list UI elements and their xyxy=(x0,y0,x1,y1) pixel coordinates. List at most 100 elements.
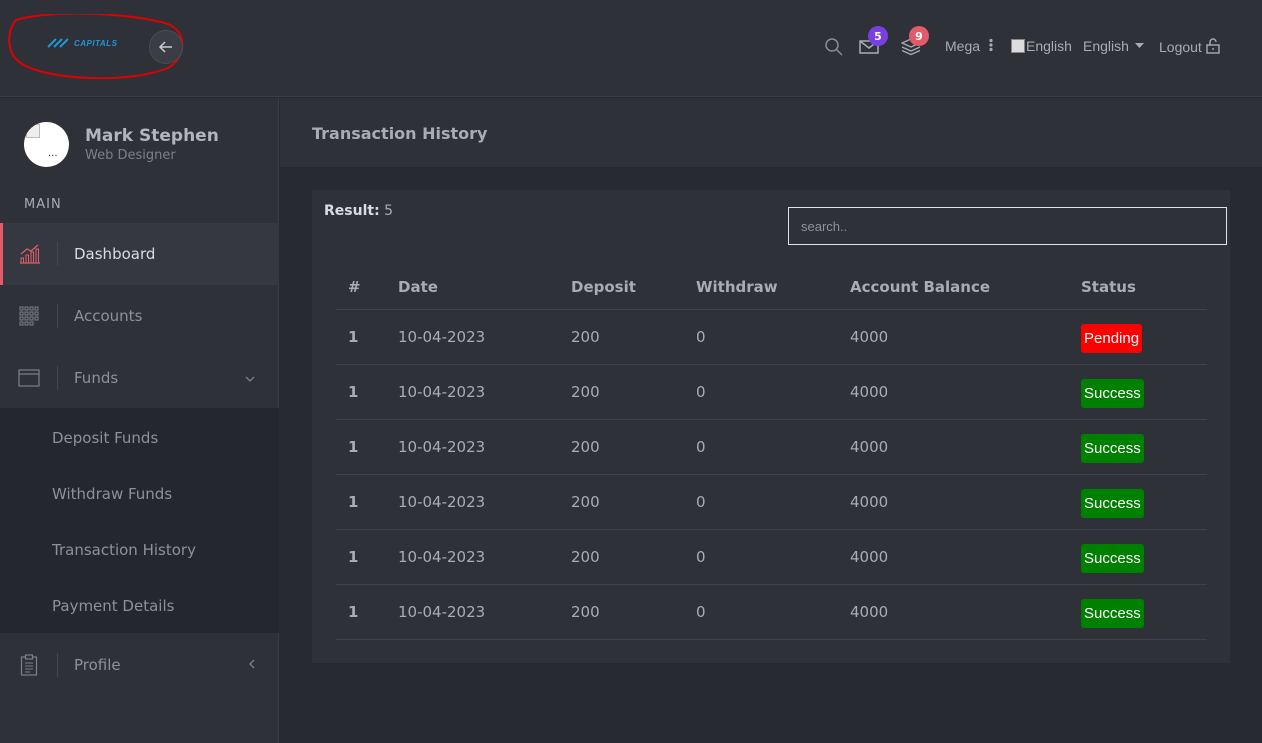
cell-account-balance: 4000 xyxy=(838,309,1069,365)
cell-deposit: 200 xyxy=(559,364,684,420)
flag-alt-text: English xyxy=(1026,38,1072,54)
cell-index: 1 xyxy=(336,364,386,420)
cell-date: 10-04-2023 xyxy=(386,419,559,475)
status-badge: Success xyxy=(1081,544,1144,573)
cell-index: 1 xyxy=(336,529,386,585)
chevron-down-icon xyxy=(245,370,255,386)
sidebar-toggle-button[interactable] xyxy=(149,30,183,64)
submenu-item-transaction-history[interactable]: Transaction History xyxy=(52,541,196,559)
cell-status: Pending xyxy=(1069,309,1207,365)
page-title: Transaction History xyxy=(312,124,488,143)
mail-count-badge: 5 xyxy=(868,26,888,46)
table-row: 1 10-04-2023 200 0 4000 Pending xyxy=(336,309,1207,365)
column-header-index: # xyxy=(336,265,386,310)
cell-status: Success xyxy=(1069,419,1207,475)
cell-deposit: 200 xyxy=(559,584,684,640)
sidebar: ... Mark Stephen Web Designer MAIN Dashb… xyxy=(0,98,279,743)
sidebar-item-label: Accounts xyxy=(74,307,143,325)
cell-deposit: 200 xyxy=(559,419,684,475)
cell-account-balance: 4000 xyxy=(838,419,1069,475)
user-role: Web Designer xyxy=(85,148,176,163)
avatar: ... xyxy=(24,122,69,167)
broken-image-icon xyxy=(26,124,40,138)
cell-deposit: 200 xyxy=(559,474,684,530)
cell-withdraw: 0 xyxy=(684,419,838,475)
table-row: 1 10-04-2023 200 0 4000 Success xyxy=(336,474,1207,530)
status-badge: Pending xyxy=(1081,324,1143,353)
cell-withdraw: 0 xyxy=(684,364,838,420)
status-badge: Success xyxy=(1081,599,1144,628)
avatar-placeholder-dots: ... xyxy=(48,148,58,159)
column-header-account-balance: Account Balance xyxy=(838,265,1069,310)
cell-withdraw: 0 xyxy=(684,584,838,640)
table-row: 1 10-04-2023 200 0 4000 Success xyxy=(336,529,1207,585)
table-row: 1 10-04-2023 200 0 4000 Success xyxy=(336,584,1207,640)
logout-label: Logout xyxy=(1159,39,1202,55)
sidebar-item-dashboard[interactable]: Dashboard xyxy=(0,223,279,285)
sidebar-item-label: Dashboard xyxy=(74,245,156,263)
cell-account-balance: 4000 xyxy=(838,474,1069,530)
table-row: 1 10-04-2023 200 0 4000 Success xyxy=(336,419,1207,475)
funds-submenu: Deposit Funds Withdraw Funds Transaction… xyxy=(0,408,279,633)
cell-account-balance: 4000 xyxy=(838,584,1069,640)
submenu-item-deposit-funds[interactable]: Deposit Funds xyxy=(52,429,158,447)
cell-index: 1 xyxy=(336,309,386,365)
column-header-date: Date xyxy=(386,265,559,310)
cell-index: 1 xyxy=(336,584,386,640)
cell-account-balance: 4000 xyxy=(838,364,1069,420)
top-navbar: CAPITALS 5 9 Mega English English Logout xyxy=(0,0,1262,97)
result-label: Result: xyxy=(324,203,380,219)
column-header-withdraw: Withdraw xyxy=(684,265,838,310)
table-row: 1 10-04-2023 200 0 4000 Success xyxy=(336,364,1207,420)
vertical-dots-icon xyxy=(989,38,993,52)
language-dropdown[interactable]: English xyxy=(1083,38,1144,54)
arrow-left-icon xyxy=(158,41,172,53)
cell-account-balance: 4000 xyxy=(838,529,1069,585)
sidebar-item-profile[interactable]: Profile xyxy=(0,634,279,696)
grid-icon xyxy=(0,304,58,328)
language-label: English xyxy=(1083,38,1129,54)
search-input[interactable] xyxy=(788,207,1227,245)
cell-date: 10-04-2023 xyxy=(386,529,559,585)
window-icon xyxy=(0,366,58,390)
user-profile[interactable]: ... Mark Stephen Web Designer xyxy=(24,122,219,167)
cell-index: 1 xyxy=(336,419,386,475)
cell-withdraw: 0 xyxy=(684,474,838,530)
submenu-item-payment-details[interactable]: Payment Details xyxy=(52,597,174,615)
status-badge: Success xyxy=(1081,434,1144,463)
search-icon xyxy=(825,38,843,56)
section-label-main: MAIN xyxy=(24,197,62,212)
layers-count-badge: 9 xyxy=(909,26,929,46)
chevron-left-icon xyxy=(249,657,255,673)
unlock-icon xyxy=(1206,38,1220,54)
chart-icon xyxy=(3,242,58,266)
cell-date: 10-04-2023 xyxy=(386,474,559,530)
logo-stripes-icon xyxy=(47,38,69,48)
user-name: Mark Stephen xyxy=(85,126,219,146)
brand-logo[interactable]: CAPITALS xyxy=(46,38,117,48)
mega-menu-label: Mega xyxy=(945,38,981,54)
cell-date: 10-04-2023 xyxy=(386,309,559,365)
result-value: 5 xyxy=(384,203,394,219)
transactions-table: # Date Deposit Withdraw Account Balance … xyxy=(336,265,1207,640)
sidebar-item-label: Profile xyxy=(74,656,121,674)
column-header-deposit: Deposit xyxy=(559,265,684,310)
submenu-item-withdraw-funds[interactable]: Withdraw Funds xyxy=(52,485,172,503)
mega-menu-button[interactable]: Mega xyxy=(945,38,994,54)
logo-text: CAPITALS xyxy=(74,38,118,48)
logout-button[interactable]: Logout xyxy=(1159,38,1220,55)
cell-status: Success xyxy=(1069,364,1207,420)
sidebar-item-label: Funds xyxy=(74,369,119,387)
sidebar-item-accounts[interactable]: Accounts xyxy=(0,285,279,347)
transactions-card: Result: 5 # Date Deposit Withdraw Accoun… xyxy=(312,190,1230,663)
cell-deposit: 200 xyxy=(559,529,684,585)
search-button[interactable] xyxy=(823,36,845,58)
cell-deposit: 200 xyxy=(559,309,684,365)
cell-date: 10-04-2023 xyxy=(386,364,559,420)
sidebar-item-funds[interactable]: Funds xyxy=(0,347,279,409)
cell-withdraw: 0 xyxy=(684,529,838,585)
caret-down-icon xyxy=(1134,43,1144,48)
cell-status: Success xyxy=(1069,584,1207,640)
status-badge: Success xyxy=(1081,379,1144,408)
language-flag: English xyxy=(1011,38,1072,54)
